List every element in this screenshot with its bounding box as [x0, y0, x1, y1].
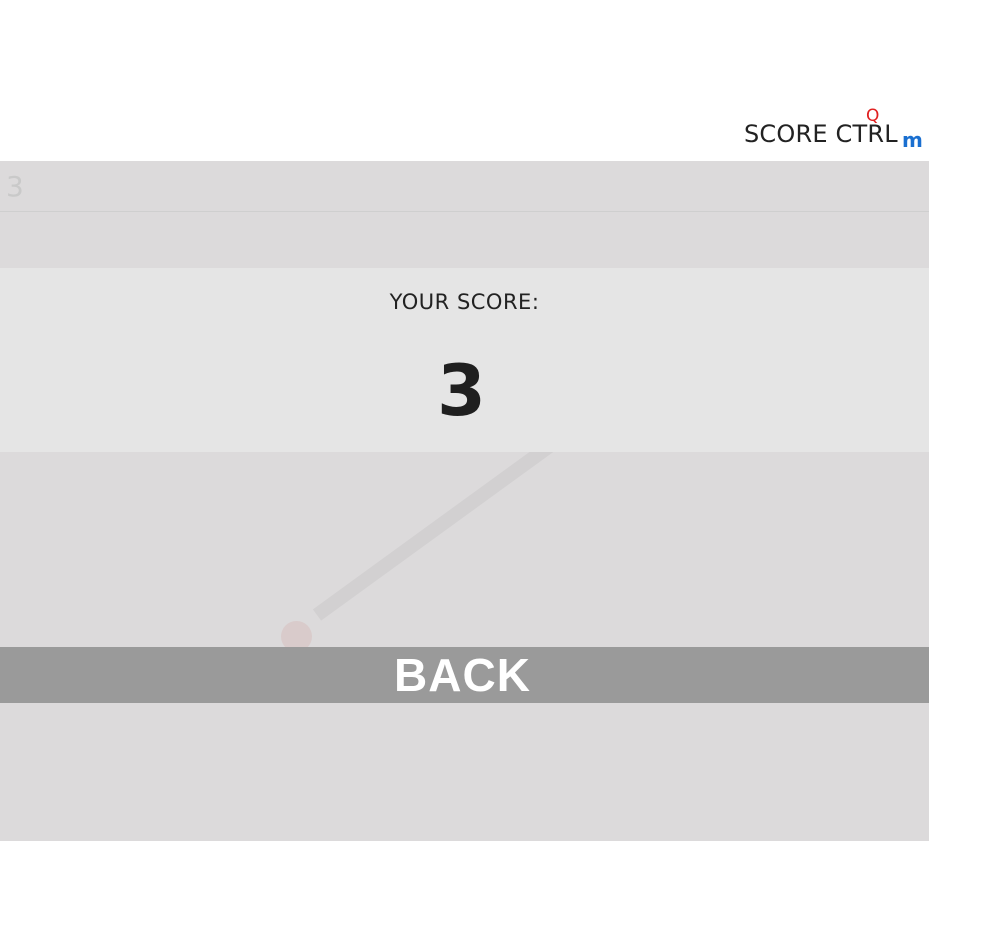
brand-accent-top: Q — [866, 106, 880, 126]
back-button[interactable]: BACK — [0, 647, 929, 703]
brand-logo: SCORE CTRL Q m — [744, 108, 934, 158]
score-panel: YOUR SCORE: 3 — [0, 268, 929, 452]
page: SCORE CTRL Q m 3 YOUR SCORE: 3 BACK — [0, 0, 1008, 929]
hud-score: 3 — [6, 170, 24, 203]
score-value: 3 — [437, 350, 486, 432]
launcher-stick — [312, 427, 572, 621]
hud-bar: 3 — [0, 161, 929, 212]
score-label: YOUR SCORE: — [389, 290, 540, 314]
game-area[interactable]: 3 YOUR SCORE: 3 BACK — [0, 161, 929, 841]
back-button-label: BACK — [394, 649, 531, 701]
brand-accent-sub: m — [902, 128, 923, 152]
